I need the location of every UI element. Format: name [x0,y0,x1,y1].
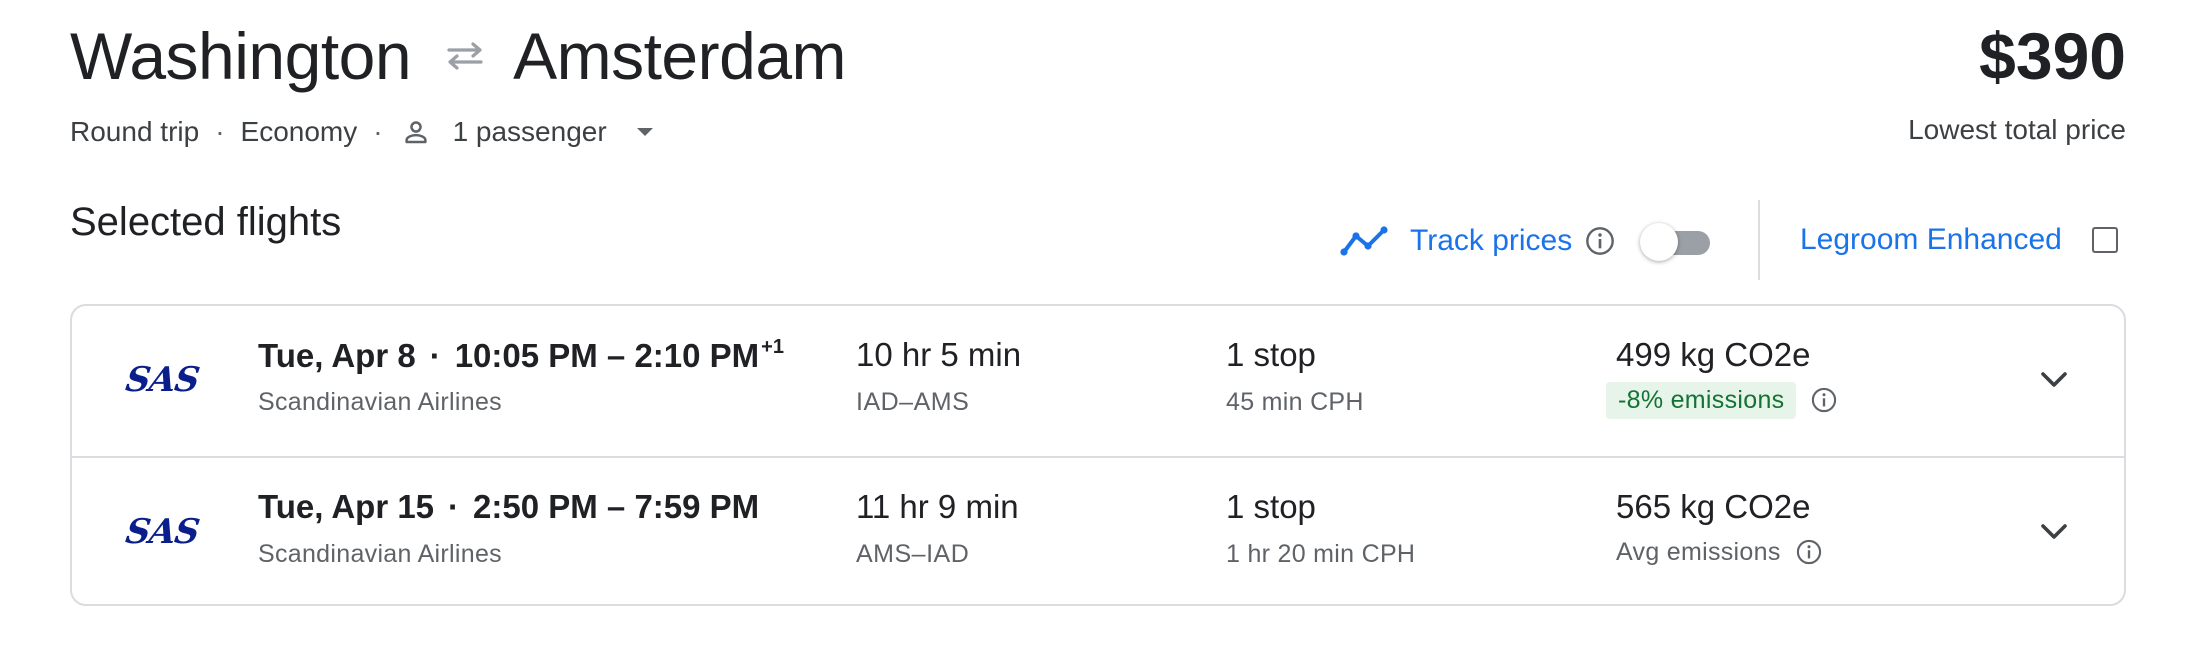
swap-arrows-icon [433,36,497,76]
departure-arrival: 10:05 PM – 2:10 PM [454,337,760,374]
info-icon[interactable] [1795,538,1823,566]
co2-amount: 499 kg CO2e [1616,336,1811,373]
trip-options: Round trip · Economy · 1 passenger [70,114,659,150]
flight-times: Tue, Apr 15 · 2:50 PM – 7:59 PM [258,488,759,526]
emissions-badge: -8% emissions [1606,381,1797,419]
stop-count: 1 stop [1226,488,1316,525]
trend-line-icon [1340,224,1390,258]
selected-flights-card: SAS Tue, Apr 8 · 10:05 PM – 2:10 PM +1 Scan… [70,304,2126,606]
airport-codes: IAD–AMS [856,388,970,416]
flight-date: Tue, Apr 15 [258,488,435,525]
flight-duration: 10 hr 5 min [856,336,1022,373]
layover-info: 45 min CPH [1226,388,1364,416]
co2-amount: 565 kg CO2e [1616,488,1811,525]
legroom-filter: Legroom Enhanced [1800,218,2118,262]
stop-count: 1 stop [1226,336,1316,373]
info-icon[interactable] [1584,225,1616,257]
flight-row-return[interactable]: SAS Tue, Apr 15 · 2:50 PM – 7:59 PM Scandi… [72,456,2124,604]
caret-down-icon[interactable] [631,118,659,146]
route-title: Washington Amsterdam [70,14,847,98]
chevron-down-icon[interactable] [2032,358,2076,402]
airline-logo: SAS [122,360,202,400]
flight-duration: 11 hr 9 min [856,488,1019,525]
track-prices: Track prices [1340,214,1714,268]
track-prices-toggle[interactable] [1640,221,1714,261]
flight-times: Tue, Apr 8 · 10:05 PM – 2:10 PM +1 [258,336,784,375]
info-icon[interactable] [1810,386,1838,414]
legroom-checkbox[interactable] [2091,227,2118,253]
separator-dot: · [429,337,441,374]
section-title: Selected flights [70,200,342,244]
price-caption: Lowest total price [1908,114,2126,145]
layover-info: 1 hr 20 min CPH [1226,540,1416,568]
day-offset: +1 [761,336,784,358]
emissions-info: Avg emissions [1606,532,1823,572]
emissions-info: -8% emissions [1606,380,1838,420]
airport-codes: AMS–IAD [856,540,970,568]
departure-arrival: 2:50 PM – 7:59 PM [473,488,760,525]
airline-name: Scandinavian Airlines [258,540,502,568]
separator-dot: · [448,488,460,525]
vertical-divider [1758,200,1760,280]
chevron-down-icon[interactable] [2032,510,2076,554]
airline-name: Scandinavian Airlines [258,388,502,416]
passenger-count[interactable]: 1 passenger [453,116,607,148]
person-icon [399,115,433,149]
emissions-label: Avg emissions [1616,537,1781,566]
legroom-label[interactable]: Legroom Enhanced [1800,223,2062,257]
airline-logo: SAS [122,512,202,552]
separator-dot: · [215,116,225,147]
toggle-knob [1640,223,1679,261]
destination-city: Amsterdam [513,19,847,93]
origin-city: Washington [70,19,412,93]
separator-dot: · [373,116,383,147]
track-prices-label[interactable]: Track prices [1410,224,1572,258]
cabin-class: Economy [240,116,358,147]
trip-type: Round trip [70,116,200,147]
flight-date: Tue, Apr 8 [258,337,416,374]
flight-row-outbound[interactable]: SAS Tue, Apr 8 · 10:05 PM – 2:10 PM +1 Scan… [72,306,2124,456]
lowest-price: $390 [1979,19,2126,93]
